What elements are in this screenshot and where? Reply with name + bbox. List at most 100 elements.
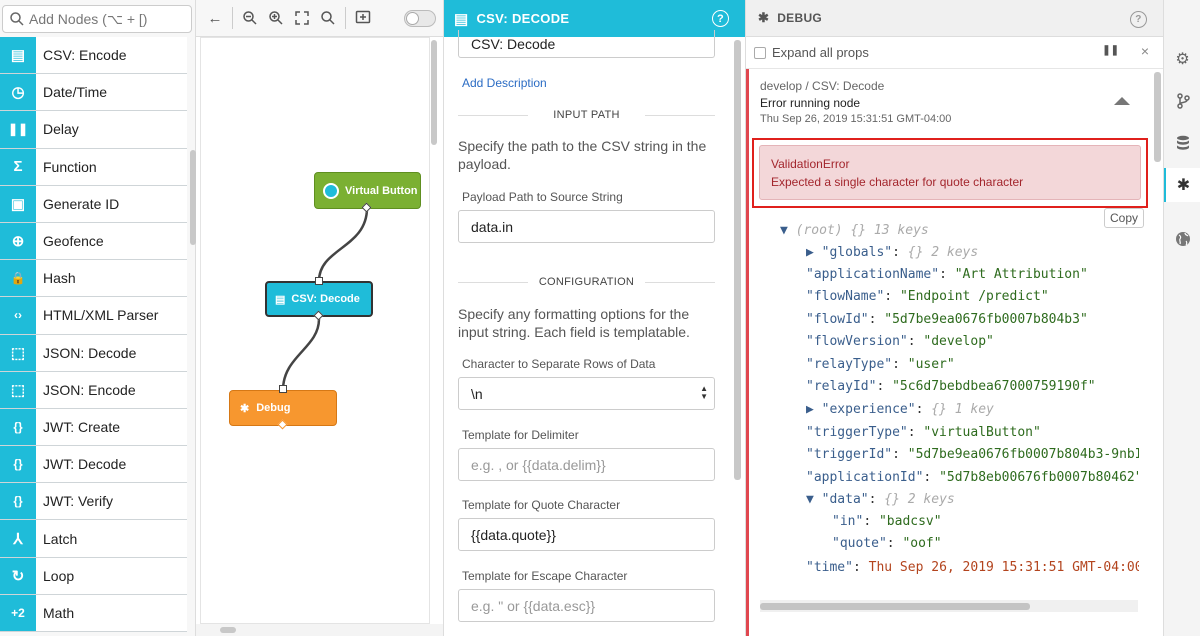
quote-input[interactable]: {{data.quote}} (458, 518, 715, 551)
jwt-icon: {} (0, 483, 36, 520)
debug-tab-bug-icon[interactable]: ✱ (1164, 168, 1200, 202)
palette-node-label: JSON: Decode (43, 344, 137, 361)
database-icon[interactable] (1164, 126, 1200, 160)
fit-screen-icon[interactable] (289, 5, 315, 31)
tree-key: "flowVersion" (806, 334, 908, 350)
rows-separator-label: Character to Separate Rows of Data (462, 357, 656, 371)
workflow-canvas[interactable]: Virtual Button ▤ CSV: Decode ✱ Debug (200, 37, 430, 624)
palette-node[interactable]: 🔒 Hash (0, 260, 187, 298)
tree-separator: : (923, 469, 940, 485)
expand-all-label[interactable]: Expand all props (772, 45, 869, 60)
help-icon[interactable]: ? (1130, 11, 1147, 28)
tree-value: "oof" (902, 536, 942, 552)
rows-separator-select[interactable]: \n ▲ ▼ (458, 377, 715, 410)
close-icon[interactable]: × (1141, 43, 1149, 59)
palette-node[interactable]: ◷ Date/Time (0, 74, 187, 112)
virtual-button-icon (323, 182, 339, 199)
canvas-scrollbar[interactable] (431, 40, 437, 145)
palette-node[interactable]: +2 Math (0, 594, 187, 632)
tree-root-row[interactable]: ▼ (root) {} 13 keys (780, 223, 929, 238)
node-label: Virtual Button (345, 184, 418, 197)
delimiter-input[interactable]: e.g. , or {{data.delim}} (458, 448, 715, 481)
divider (345, 7, 346, 29)
palette-node-label: JWT: Verify (43, 493, 114, 510)
globe-icon[interactable] (1164, 222, 1200, 256)
back-arrow-icon[interactable]: ← (202, 5, 228, 31)
tree-data-row[interactable]: ▼ "data": {} 2 keys (806, 492, 955, 507)
tree-experience-row[interactable]: ▶ "experience": {} 1 key (806, 402, 994, 417)
right-sidebar: ⚙ ✱ (1163, 0, 1200, 636)
palette-node-label: JWT: Create (43, 418, 121, 435)
palette-node[interactable]: {} JWT: Create (0, 408, 187, 447)
csv-icon: ▤ (275, 293, 286, 306)
add-description-link[interactable]: Add Description (462, 76, 547, 90)
tree-key: "triggerType" (806, 425, 908, 440)
input-port[interactable] (279, 385, 287, 393)
palette-node[interactable]: ❚❚ Delay (0, 111, 187, 149)
search-input[interactable]: Add Nodes (⌥ + [) (2, 5, 192, 33)
canvas-horizontal-scrollbar[interactable] (196, 624, 443, 636)
branch-icon[interactable] (1164, 84, 1200, 118)
add-comment-icon[interactable] (350, 5, 376, 31)
palette-node-label: CSV: Encode (43, 47, 127, 64)
expand-all-checkbox[interactable] (754, 46, 766, 59)
palette-node[interactable]: ⬚ JSON: Encode (0, 371, 187, 409)
tree-key: "data" (821, 492, 869, 507)
jwt-icon: {} (0, 446, 36, 483)
help-icon[interactable]: ? (712, 10, 729, 27)
debug-horizontal-scrollbar[interactable] (760, 600, 1138, 612)
gear-icon[interactable]: ⚙ (1164, 42, 1200, 76)
palette-node-label: Delay (43, 121, 79, 138)
palette-node-label: Generate ID (43, 195, 120, 212)
palette-node[interactable]: ‹› HTML/XML Parser (0, 297, 187, 335)
scroll-thumb[interactable] (220, 627, 236, 633)
palette-node[interactable]: ↻ Loop (0, 557, 187, 595)
collapse-arrow-icon[interactable] (1114, 97, 1130, 105)
tree-separator: : (876, 379, 893, 394)
tree-key: "flowId" (806, 311, 869, 327)
escape-input[interactable]: e.g. " or {{data.esc}} (458, 589, 715, 622)
palette-node-label: Date/Time (43, 84, 108, 101)
palette-node[interactable]: ⊕ Geofence (0, 222, 187, 261)
debug-toggle[interactable] (404, 10, 436, 27)
tree-key: "flowName" (806, 289, 885, 305)
error-title: ValidationError (771, 157, 850, 171)
lock-icon: 🔒 (0, 260, 36, 297)
tree-globals-row[interactable]: ▶ "globals": {} 2 keys (806, 245, 978, 260)
divider (232, 7, 233, 29)
tree-time-row: "time": Thu Sep 26, 2019 15:31:51 GMT-04… (806, 560, 1139, 575)
debug-title: DEBUG (777, 11, 823, 25)
tree-key: "relayId" (806, 379, 877, 394)
tree-value: "Art Attribution" (954, 267, 1088, 282)
find-icon[interactable] (315, 5, 341, 31)
input-port[interactable] (315, 277, 323, 285)
error-indicator-bar (746, 69, 749, 636)
node-name-input[interactable]: CSV: Decode (458, 30, 715, 58)
zoom-in-icon[interactable] (263, 5, 289, 31)
tree-key: "triggerId" (806, 447, 893, 463)
palette-scrollbar[interactable] (190, 150, 196, 245)
pause-icon[interactable]: ❚❚ (1102, 45, 1119, 56)
palette-node[interactable]: ▣ Generate ID (0, 185, 187, 223)
palette-node[interactable]: ⅄ Latch (0, 520, 187, 558)
palette-node-label: Hash (43, 270, 76, 287)
bug-icon: ✱ (240, 402, 250, 415)
node-label: CSV: Decode (291, 293, 360, 305)
palette-node[interactable]: {} JWT: Decode (0, 446, 187, 484)
payload-path-input[interactable]: data.in (458, 210, 715, 243)
palette-node-label: Geofence (43, 233, 104, 250)
debug-vertical-scrollbar[interactable] (1154, 72, 1161, 162)
palette-node[interactable]: ⬚ JSON: Decode (0, 334, 187, 372)
sigma-icon: Σ (0, 148, 36, 185)
zoom-out-icon[interactable] (237, 5, 263, 31)
config-scrollbar[interactable] (734, 40, 741, 480)
scroll-thumb[interactable] (760, 603, 1030, 610)
palette-node[interactable]: {} JWT: Verify (0, 483, 187, 521)
palette-node[interactable]: Σ Function (0, 148, 187, 186)
pause-icon: ❚❚ (0, 111, 36, 148)
crosshair-icon: ⊕ (0, 222, 36, 260)
csv-icon: ▤ (0, 37, 36, 74)
palette-node[interactable]: ▤ CSV: Encode (0, 37, 187, 75)
tree-separator: : (892, 447, 908, 463)
copy-button[interactable]: Copy (1104, 208, 1144, 228)
